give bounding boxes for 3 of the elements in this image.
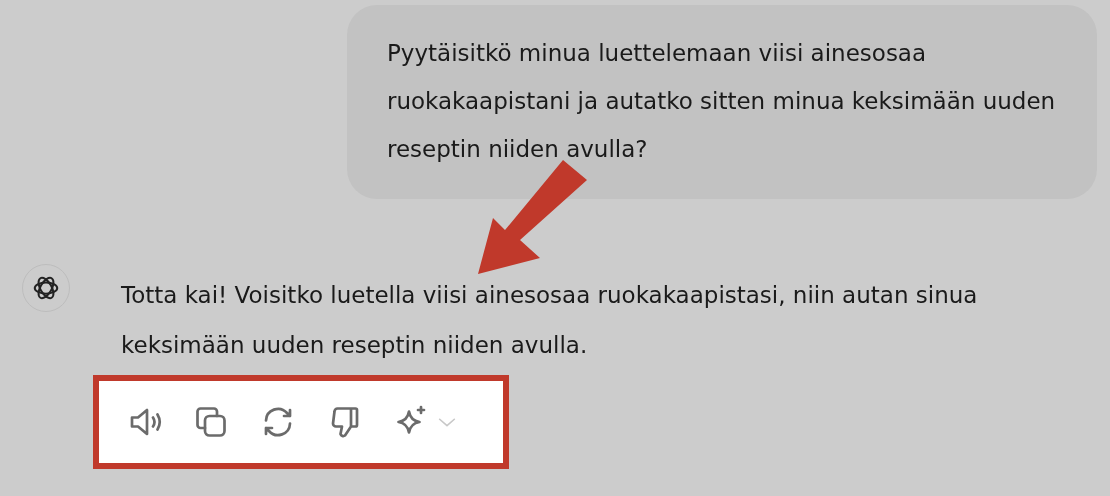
- assistant-message: Totta kai! Voisitko luetella viisi ainesosaa ruokakaapistasi, niin autan sinua keksimään uuden reseptin niiden avulla.: [121, 281, 979, 360]
- user-message: Pyytäisitkö minua luettelemaan viisi ainesosaa ruokakaapistani ja autatko sitten minua keksimään uuden reseptin niiden avulla?: [387, 40, 1056, 162]
- copy-icon: [193, 404, 229, 440]
